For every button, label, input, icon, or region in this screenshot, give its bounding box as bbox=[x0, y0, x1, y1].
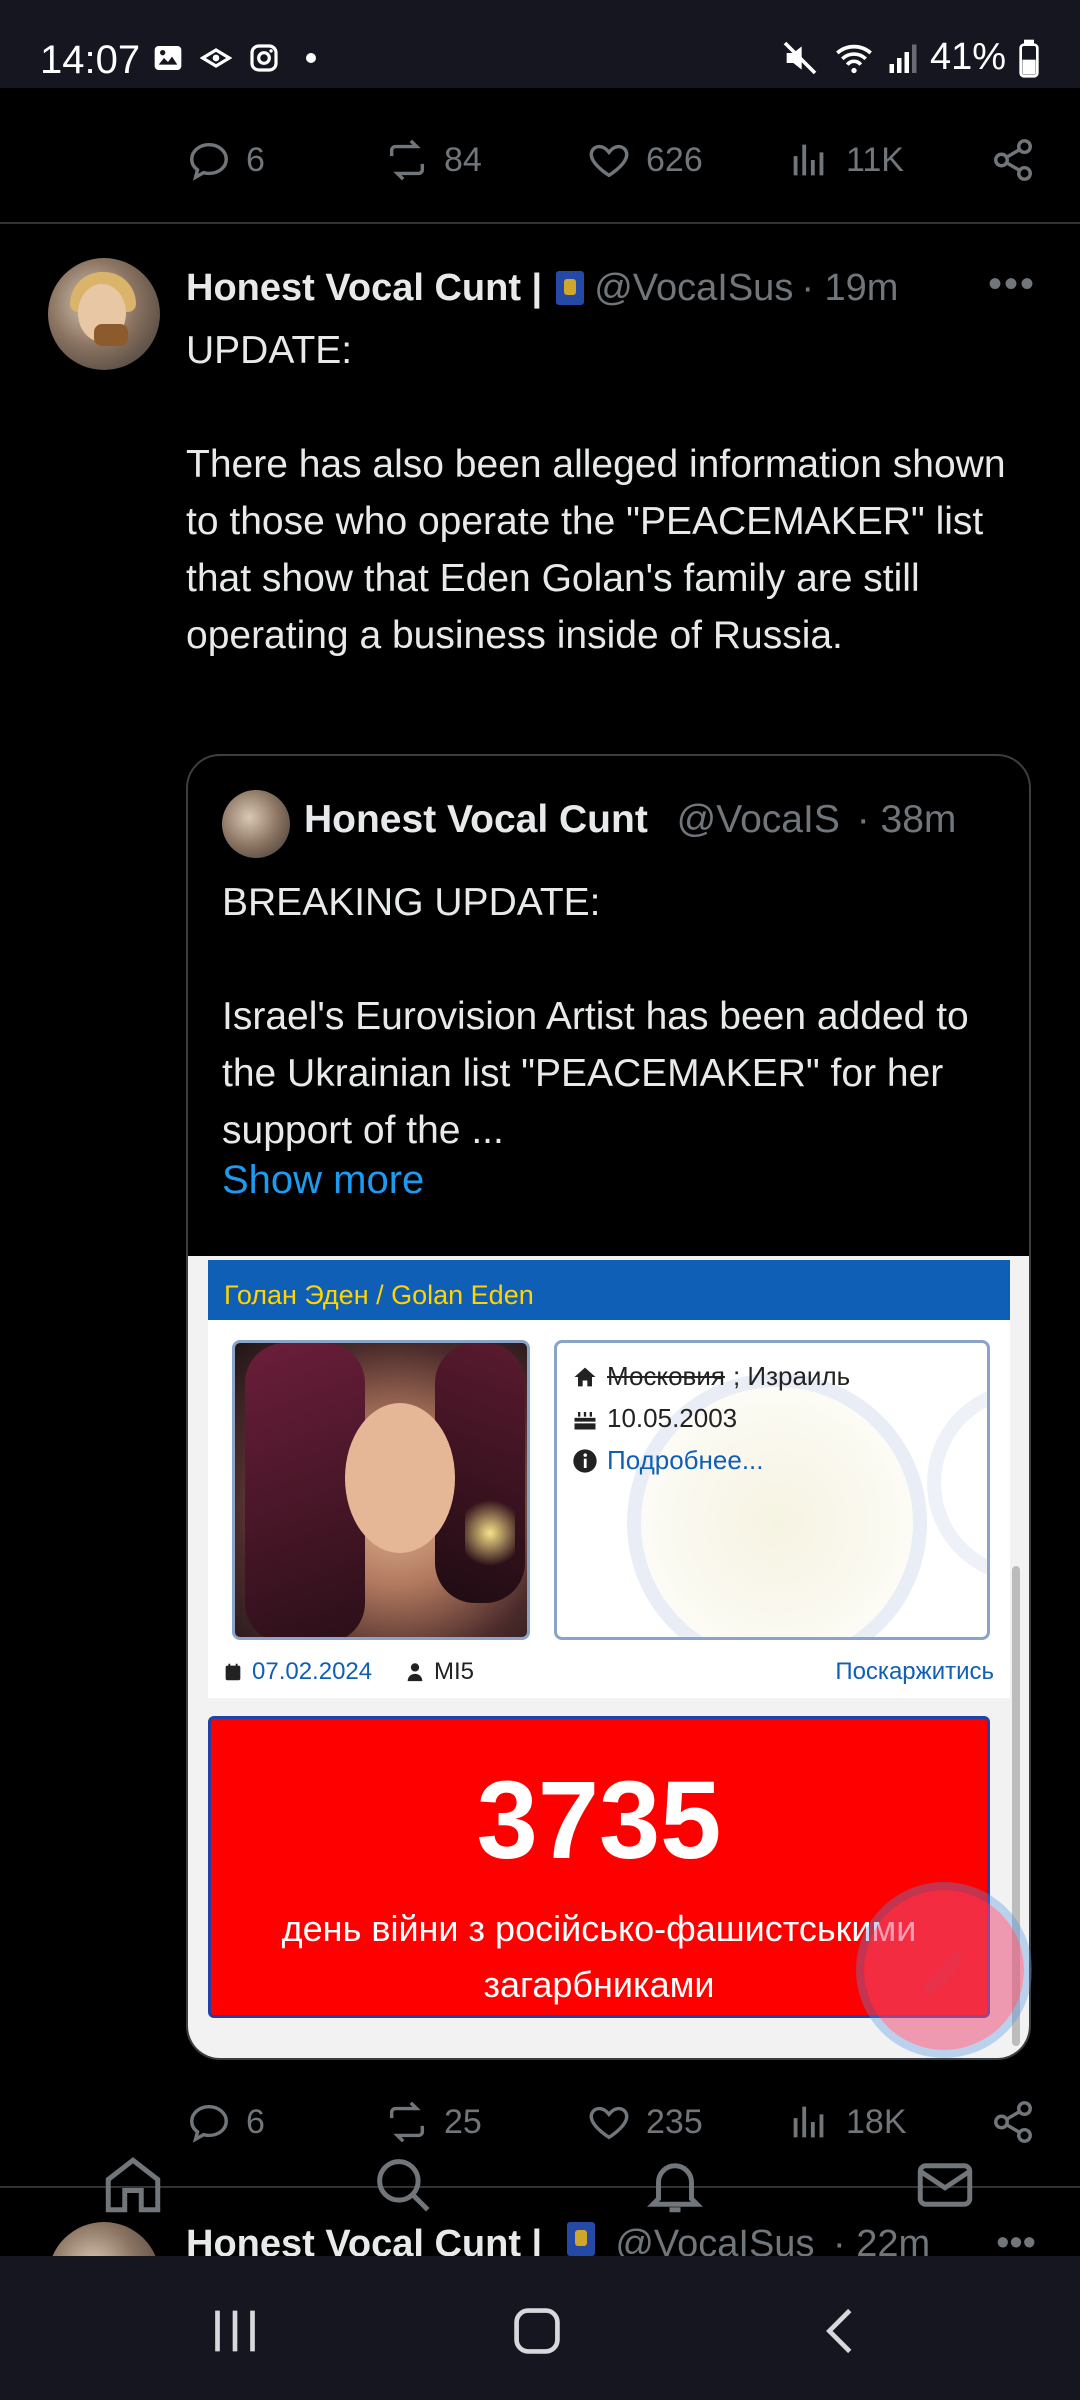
recents-button[interactable] bbox=[200, 2296, 270, 2366]
views-button[interactable]: 18K bbox=[786, 2099, 907, 2145]
back-icon bbox=[826, 2308, 852, 2354]
more-options-button[interactable]: ••• bbox=[979, 262, 1036, 307]
report-link[interactable]: Поскаржитись bbox=[835, 1658, 994, 1686]
retweet-icon bbox=[389, 139, 425, 181]
details-line[interactable]: Подробнее... bbox=[571, 1445, 764, 1476]
tab-search[interactable] bbox=[370, 2152, 436, 2218]
dob-line: 10.05.2003 bbox=[571, 1403, 737, 1434]
card-profile: Московия; Израиль 10.05.2003 Подробнее..… bbox=[208, 1320, 1010, 1644]
share-button[interactable] bbox=[990, 2099, 1036, 2145]
like-count: 626 bbox=[646, 140, 703, 179]
quote-avatar[interactable] bbox=[222, 790, 290, 858]
flag-icon bbox=[556, 271, 585, 305]
quote-author-name: Honest Vocal Cunt bbox=[304, 798, 648, 841]
heart-icon bbox=[589, 144, 629, 178]
heart-icon bbox=[589, 2106, 629, 2140]
retweet-icon bbox=[389, 2101, 425, 2143]
profile-info: Московия; Израиль 10.05.2003 Подробнее..… bbox=[554, 1340, 990, 1640]
share-icon bbox=[994, 139, 1032, 181]
like-button[interactable]: 235 bbox=[586, 2099, 703, 2145]
cast-icon bbox=[200, 48, 232, 68]
cake-icon bbox=[574, 1411, 596, 1429]
quote-text: BREAKING UPDATE: Israel's Eurovision Art… bbox=[222, 881, 969, 1152]
user-icon bbox=[407, 1663, 423, 1682]
quote-author-handle: @VocaIS bbox=[676, 798, 840, 841]
tweet-header: Honest Vocal Cunt | @VocaISus · 19m ••• bbox=[186, 262, 1036, 314]
info-icon bbox=[573, 1448, 597, 1473]
wifi-icon bbox=[836, 44, 872, 73]
notification-dot bbox=[306, 53, 316, 63]
details-link[interactable]: Подробнее... bbox=[607, 1445, 764, 1476]
dob: 10.05.2003 bbox=[607, 1403, 738, 1433]
reply-button[interactable]: 6 bbox=[186, 2099, 265, 2145]
gallery-icon bbox=[154, 46, 182, 70]
tab-bar bbox=[0, 2150, 1080, 2260]
share-icon bbox=[994, 2101, 1032, 2143]
status-bar: 14:07 41% bbox=[0, 0, 1080, 88]
card-meta: 07.02.2024 MI5 Поскаржитись bbox=[208, 1644, 1010, 1698]
recents-icon bbox=[215, 2310, 255, 2352]
status-right: 41% bbox=[780, 36, 1040, 79]
share-button[interactable] bbox=[990, 137, 1036, 183]
views-icon bbox=[793, 2106, 824, 2138]
views-icon bbox=[793, 144, 824, 176]
tweet-time: · 19m bbox=[801, 266, 899, 309]
notifications-icon bbox=[647, 2163, 703, 2213]
home-button[interactable] bbox=[502, 2296, 572, 2366]
views-count: 11K bbox=[846, 140, 904, 179]
profile-photo bbox=[232, 1340, 530, 1640]
country: ; Израиль bbox=[732, 1361, 851, 1391]
status-notification-icons bbox=[152, 42, 316, 74]
home-nav-icon bbox=[514, 2308, 560, 2354]
tweet-text: UPDATE: There has also been alleged info… bbox=[186, 329, 1006, 657]
country-struck: Московия bbox=[607, 1361, 725, 1391]
tweet-actions: 6 25 235 18K bbox=[186, 2092, 1036, 2152]
war-day-number: 3735 bbox=[476, 1759, 722, 1882]
system-nav-bar bbox=[0, 2256, 1080, 2400]
reply-count: 6 bbox=[246, 140, 265, 179]
divider bbox=[0, 222, 1080, 224]
home-icon bbox=[574, 1367, 596, 1386]
meta-date: 07.02.2024 bbox=[222, 1658, 372, 1686]
signal-icon bbox=[889, 44, 917, 73]
tab-messages[interactable] bbox=[912, 2152, 978, 2218]
prev-tweet-actions: 6 84 626 11K bbox=[186, 130, 1036, 190]
avatar[interactable] bbox=[48, 258, 160, 370]
messages-icon bbox=[917, 2163, 973, 2207]
calendar-icon bbox=[225, 1663, 241, 1681]
quote-time: · 38m bbox=[856, 798, 957, 841]
search-icon bbox=[377, 2159, 430, 2212]
like-button[interactable]: 626 bbox=[586, 137, 703, 183]
tab-notifications[interactable] bbox=[642, 2152, 708, 2218]
instagram-icon bbox=[250, 44, 278, 72]
author-name[interactable]: Honest Vocal Cunt | bbox=[186, 267, 542, 310]
country-line: Московия; Израиль bbox=[571, 1361, 850, 1392]
views-button[interactable]: 11K bbox=[786, 137, 904, 183]
reply-count: 6 bbox=[246, 2102, 265, 2141]
battery-percent: 41% bbox=[929, 36, 1006, 78]
retweet-button[interactable]: 84 bbox=[384, 137, 482, 183]
battery-icon bbox=[1019, 39, 1039, 78]
meta-user: MI5 bbox=[404, 1658, 474, 1686]
show-more-link[interactable]: Show more bbox=[222, 1158, 424, 1203]
back-button[interactable] bbox=[806, 2296, 876, 2366]
status-time: 14:07 bbox=[40, 38, 141, 82]
home-icon bbox=[105, 2157, 161, 2213]
views-count: 18K bbox=[846, 2102, 907, 2141]
quote-header: Honest Vocal Cunt @VocaIS · 38m bbox=[304, 798, 1004, 842]
retweet-count: 84 bbox=[444, 140, 482, 179]
mute-icon bbox=[783, 41, 817, 74]
card-title: Голан Эден / Golan Eden bbox=[208, 1260, 1010, 1320]
tab-home[interactable] bbox=[100, 2152, 166, 2218]
compose-button[interactable] bbox=[864, 1890, 1024, 2050]
reply-icon bbox=[190, 2104, 228, 2143]
retweet-button[interactable]: 25 bbox=[384, 2099, 482, 2145]
reply-icon bbox=[190, 142, 228, 181]
like-count: 235 bbox=[646, 2102, 703, 2141]
reply-button[interactable]: 6 bbox=[186, 137, 265, 183]
quoted-tweet[interactable]: Honest Vocal Cunt @VocaIS · 38m BREAKING… bbox=[186, 754, 1031, 2060]
compose-icon bbox=[922, 1946, 963, 1995]
author-handle[interactable]: @VocaISus bbox=[594, 267, 793, 310]
retweet-count: 25 bbox=[444, 2102, 482, 2141]
